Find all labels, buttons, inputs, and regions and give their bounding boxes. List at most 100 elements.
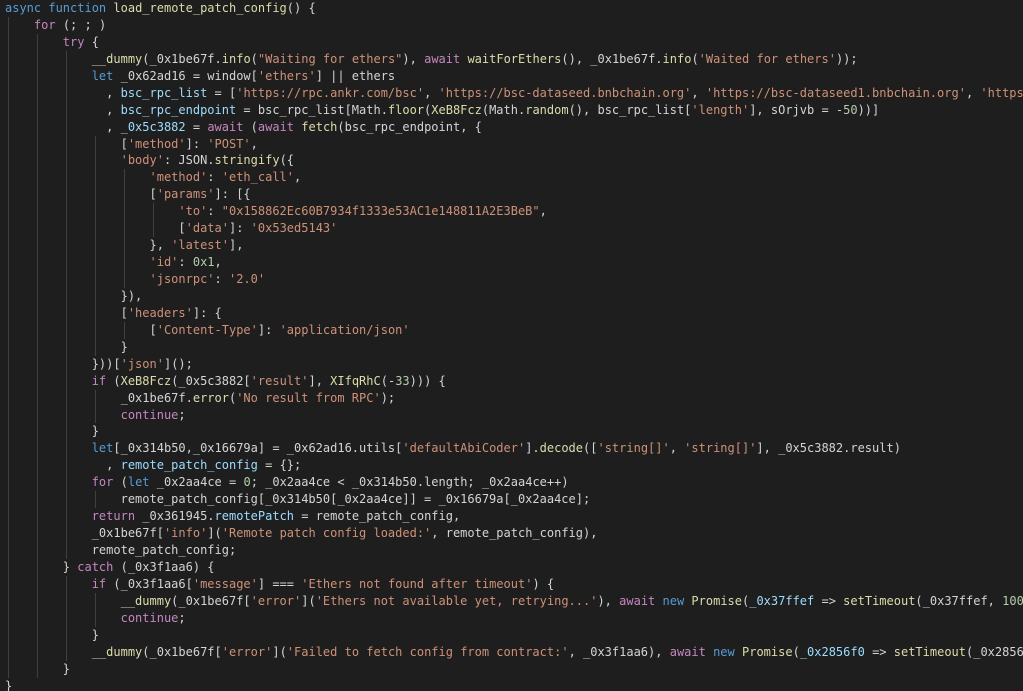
indent-guide xyxy=(65,84,67,102)
code-token: , xyxy=(539,204,547,219)
code-token: ] || ethers xyxy=(315,68,396,83)
indent-guide xyxy=(8,355,9,373)
code-line: _0x1be67f['info']('Remote patch config l… xyxy=(0,525,1023,542)
indent-guide xyxy=(8,558,9,576)
code-line: continue; xyxy=(0,406,1023,424)
code-token: } xyxy=(120,339,128,354)
indent-guide xyxy=(65,304,67,322)
code-token: await xyxy=(424,51,461,66)
indent-guide xyxy=(94,237,96,255)
code-token: (_0x37ffef, xyxy=(915,593,1003,608)
code-token: await xyxy=(619,593,656,608)
code-token: ({ xyxy=(279,153,295,168)
indent-guide xyxy=(94,321,96,339)
code-token: ]( xyxy=(301,593,316,608)
code-token: ))] xyxy=(857,102,880,117)
indent-guide xyxy=(65,101,67,119)
indent-guide xyxy=(65,474,67,492)
indent-guide xyxy=(65,406,67,424)
indent-guide xyxy=(123,254,125,271)
indent-guide xyxy=(65,321,67,339)
indent-guide xyxy=(65,389,67,407)
indent-guide xyxy=(65,220,67,238)
code-token: 'latest' xyxy=(171,238,229,253)
indent-guide xyxy=(65,271,67,288)
code-token: 1000 xyxy=(1002,593,1023,608)
code-token: (- xyxy=(380,373,396,388)
code-token: _0x361945. xyxy=(135,509,215,524)
code-token: try xyxy=(62,34,85,49)
code-line: ['headers']: { xyxy=(0,304,1023,322)
indent-guide xyxy=(94,389,96,407)
code-line: }, 'latest'], xyxy=(0,237,1023,255)
indent-guide xyxy=(65,169,67,187)
code-token: catch xyxy=(77,559,114,574)
code-token: , xyxy=(691,85,706,100)
code-token: remote_patch_config; xyxy=(91,543,237,557)
code-token: _0x1be67f. xyxy=(120,390,193,405)
code-token: _0x37ffef xyxy=(749,593,815,608)
indent-guide xyxy=(123,321,125,339)
code-token: 'POST' xyxy=(207,136,251,151)
code-token: (_0x1be67f[ xyxy=(171,593,251,608)
indent-guide xyxy=(94,220,96,238)
indent-guide xyxy=(65,355,67,373)
code-token: decode xyxy=(539,441,584,456)
indent-guide xyxy=(8,406,9,424)
code-token: ]( xyxy=(272,644,287,659)
indent-guide xyxy=(94,287,96,305)
code-token: (), _0x1be67f. xyxy=(561,51,663,66)
indent-guide xyxy=(8,304,9,322)
code-token: 'info' xyxy=(163,526,208,541)
indent-guide xyxy=(8,271,9,288)
code-token: return xyxy=(91,509,136,524)
code-token: 'Content-Type' xyxy=(156,322,258,337)
code-line: 'id': 0x1, xyxy=(0,254,1023,271)
indent-guide xyxy=(65,254,67,271)
indent-guide xyxy=(65,592,67,610)
code-token: 'params' xyxy=(156,187,215,202)
indent-guide xyxy=(36,101,38,119)
indent-guide xyxy=(36,50,38,68)
code-token: for xyxy=(91,475,114,490)
code-line: __dummy(_0x1be67f['error']('Ethers not a… xyxy=(0,592,1023,610)
indent-guide xyxy=(8,33,9,51)
indent-guide xyxy=(94,592,96,610)
code-line: let _0x62ad16 = window['ethers'] || ethe… xyxy=(0,67,1023,85)
code-editor[interactable]: async function load_remote_patch_config(… xyxy=(0,0,1023,691)
code-token: random xyxy=(525,102,569,117)
code-token: continue xyxy=(120,610,179,625)
indent-guide xyxy=(36,575,38,593)
code-token: 'result' xyxy=(250,373,309,388)
code-token: ( xyxy=(113,475,128,490)
code-token: 'Waited for ethers' xyxy=(698,51,836,66)
code-token: => xyxy=(864,644,894,659)
code-token: Promise xyxy=(742,644,793,659)
code-token: (), bsc_rpc_list[ xyxy=(568,102,692,117)
code-token: ); xyxy=(380,390,396,405)
indent-guide xyxy=(8,423,9,441)
code-token: bsc_rpc_endpoint xyxy=(120,102,237,117)
indent-guide xyxy=(36,592,38,610)
code-token: info xyxy=(221,51,251,66)
indent-guide xyxy=(8,542,9,559)
code-token: ; xyxy=(178,610,186,625)
indent-guide xyxy=(36,135,38,153)
code-token: } xyxy=(62,661,71,676)
code-line: async function load_remote_patch_config(… xyxy=(0,0,1023,17)
indent-guide xyxy=(36,508,38,526)
indent-guide xyxy=(123,186,125,204)
code-token: ]: xyxy=(228,221,251,236)
